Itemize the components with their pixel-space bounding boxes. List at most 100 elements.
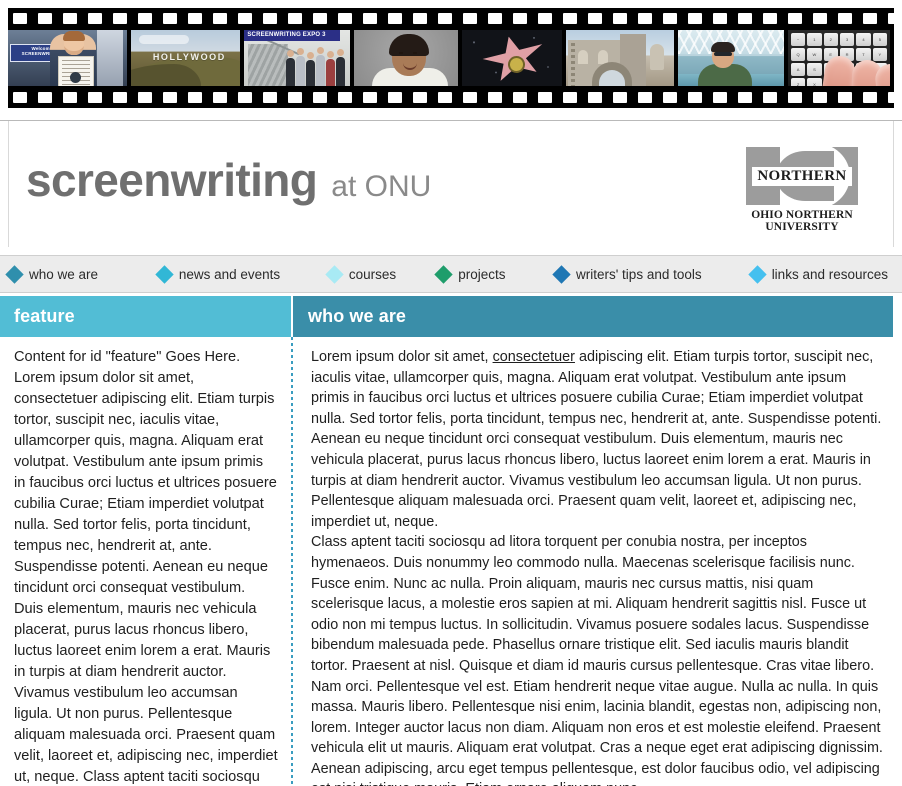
filmstrip-perforation [288, 92, 302, 103]
filmstrip-perforation [63, 13, 77, 24]
banner-frame-student-portrait [354, 30, 459, 86]
filmstrip-perforation [788, 13, 802, 24]
banner-frame-student-with-screenplay: Welcome SCREENWRITING [8, 30, 127, 86]
filmstrip-perforation [113, 13, 127, 24]
diamond-icon [434, 264, 453, 284]
filmstrip-perforation [188, 13, 202, 24]
filmstrip-frames: Welcome SCREENWRITING HOLLYWOOD SCREENWR… [8, 30, 894, 86]
filmstrip-perforation [813, 92, 827, 103]
filmstrip-perforation [313, 92, 327, 103]
banner-filmstrip: Welcome SCREENWRITING HOLLYWOOD SCREENWR… [0, 0, 902, 120]
filmstrip-perforation [638, 13, 652, 24]
paragraph-1: Lorem ipsum dolor sit amet, consectetuer… [311, 347, 886, 532]
banner-frame-hollywood-sign: HOLLYWOOD [130, 30, 241, 86]
filmstrip-perforation [888, 13, 894, 24]
filmstrip-perforation [463, 92, 477, 103]
filmstrip-perforation [588, 92, 602, 103]
filmstrip-perforations-bottom [8, 92, 894, 103]
column-header-bands: feature who we are [0, 296, 893, 337]
onu-logo[interactable]: NORTHERN OHIO NORTHERN UNIVERSITY [724, 143, 880, 233]
content-columns: Content for id "feature" Goes Here. Lore… [0, 337, 902, 786]
filmstrip-perforation [538, 92, 552, 103]
filmstrip-perforation [388, 13, 402, 24]
page-root: Welcome SCREENWRITING HOLLYWOOD SCREENWR… [0, 0, 902, 786]
filmstrip-perforation [663, 92, 677, 103]
paragraph-2: Class aptent taciti sociosqu ad litora t… [311, 534, 875, 674]
filmstrip-perforation [438, 92, 452, 103]
onu-logo-word: NORTHERN [752, 167, 852, 186]
filmstrip-perforation [588, 13, 602, 24]
filmstrip-perforation [838, 13, 852, 24]
filmstrip-perforation [488, 92, 502, 103]
filmstrip-perforation [763, 13, 777, 24]
filmstrip-perforation [538, 13, 552, 24]
onu-logo-subtitle: OHIO NORTHERN UNIVERSITY [751, 209, 853, 233]
feature-column-header: feature [0, 296, 291, 337]
consectetuer-link[interactable]: consectetuer [493, 349, 575, 365]
filmstrip-perforation [238, 92, 252, 103]
paragraph-1-before: Lorem ipsum dolor sit amet, [311, 349, 493, 365]
filmstrip-perforation [488, 13, 502, 24]
filmstrip-perforation [213, 92, 227, 103]
nav-item-projects[interactable]: projects [434, 264, 555, 284]
filmstrip-perforation [413, 92, 427, 103]
wordmark-suffix: at ONU [331, 170, 432, 203]
banner-frame-convention-center [678, 30, 784, 86]
filmstrip-perforation [138, 13, 152, 24]
filmstrip-perforation [863, 92, 877, 103]
filmstrip-perforation [363, 92, 377, 103]
filmstrip-perforation [338, 13, 352, 24]
who-we-are-heading: who we are [308, 306, 407, 326]
wordmark-main: screenwriting [26, 154, 318, 206]
onu-logo-mark: NORTHERN [746, 143, 858, 209]
banner-frame-chinese-theatre [566, 30, 675, 86]
nav-item-writers-tips-and-tools[interactable]: writers' tips and tools [552, 264, 751, 284]
filmstrip-perforation [313, 13, 327, 24]
banner-frame-keyboard: ~12345 QWERTY ASDFGH ZXCVBN [787, 30, 890, 86]
filmstrip-perforation [263, 13, 277, 24]
filmstrip-perforation [738, 92, 752, 103]
banner-frame-3-caption: SCREENWRITING EXPO 3 [247, 32, 326, 38]
band-dotted-divider [291, 296, 293, 337]
nav-label: projects [458, 266, 506, 282]
diamond-icon [325, 264, 344, 284]
nav-item-links-and-resources[interactable]: links and resources [747, 264, 902, 284]
site-wordmark[interactable]: screenwriting at ONU [26, 153, 431, 207]
filmstrip-perforation [513, 13, 527, 24]
nav-item-courses[interactable]: courses [325, 264, 437, 284]
filmstrip-perforation [613, 92, 627, 103]
filmstrip-perforation [188, 92, 202, 103]
filmstrip-perforation [838, 92, 852, 103]
diamond-icon [552, 264, 571, 284]
banner-frame-screenwriting-expo: SCREENWRITING EXPO 3 [244, 30, 351, 86]
nav-item-news-and-events[interactable]: news and events [155, 264, 328, 284]
diamond-icon [155, 264, 174, 284]
filmstrip-perforation [163, 13, 177, 24]
filmstrip-perforation [363, 13, 377, 24]
filmstrip-perforation [713, 92, 727, 103]
nav-label: who we are [29, 266, 99, 282]
nav-label: links and resources [771, 266, 888, 282]
filmstrip-perforation [613, 13, 627, 24]
diamond-icon [747, 264, 767, 284]
filmstrip-perforation [88, 92, 102, 103]
filmstrip-perforation [88, 13, 102, 24]
nav-label: news and events [178, 266, 281, 282]
diamond-icon [5, 264, 24, 284]
filmstrip-perforation [688, 92, 702, 103]
filmstrip-perforation [638, 92, 652, 103]
filmstrip-perforation [563, 92, 577, 103]
paragraph-1-after: adipiscing elit. Etiam turpis tortor, su… [311, 349, 882, 530]
filmstrip-perforation [438, 13, 452, 24]
nav-label: writers' tips and tools [575, 266, 702, 282]
filmstrip-perforation [813, 13, 827, 24]
filmstrip-perforation [238, 13, 252, 24]
main-navigation: who we are news and events courses proje… [0, 255, 902, 293]
filmstrip-perforations-top [8, 13, 894, 24]
nav-item-who-we-are[interactable]: who we are [0, 264, 158, 284]
filmstrip-perforation [163, 92, 177, 103]
who-we-are-column-body: Lorem ipsum dolor sit amet, consectetuer… [311, 347, 886, 786]
filmstrip-perforation [38, 92, 52, 103]
banner-frame-2-caption: HOLLYWOOD [152, 52, 226, 62]
filmstrip-perforation [288, 13, 302, 24]
